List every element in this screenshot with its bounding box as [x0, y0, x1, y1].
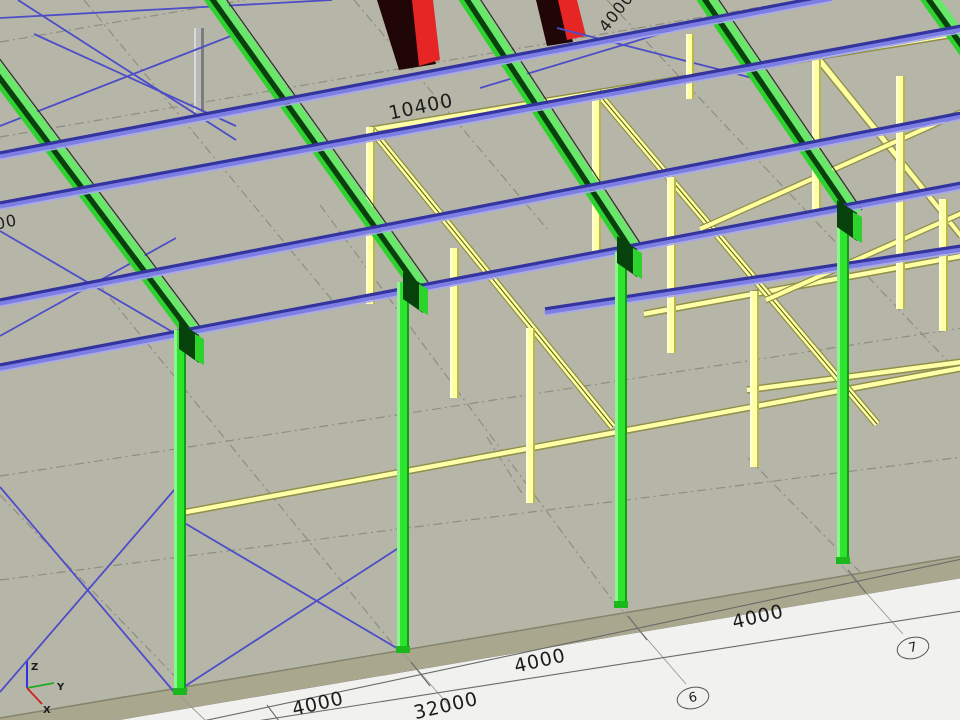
column-1: [173, 330, 187, 695]
model-viewport[interactable]: 4000 4000 4000 32000 6 7 Z Y X: [0, 0, 960, 720]
mezzanine-post: [686, 34, 694, 99]
mezzanine-post: [812, 56, 821, 211]
mezzanine-post: [450, 248, 459, 398]
mezzanine-post: [667, 177, 676, 353]
axis-z-label: Z: [31, 662, 38, 673]
axis-y-label: Y: [56, 682, 65, 693]
axis-x-label: X: [43, 705, 51, 716]
column-2: [396, 282, 410, 653]
mezzanine-post: [939, 199, 948, 331]
mezzanine-post: [750, 291, 759, 467]
column-4: [836, 216, 850, 564]
mezzanine-post: [526, 328, 535, 503]
column-3: [614, 252, 628, 608]
gray-post[interactable]: [194, 28, 204, 112]
